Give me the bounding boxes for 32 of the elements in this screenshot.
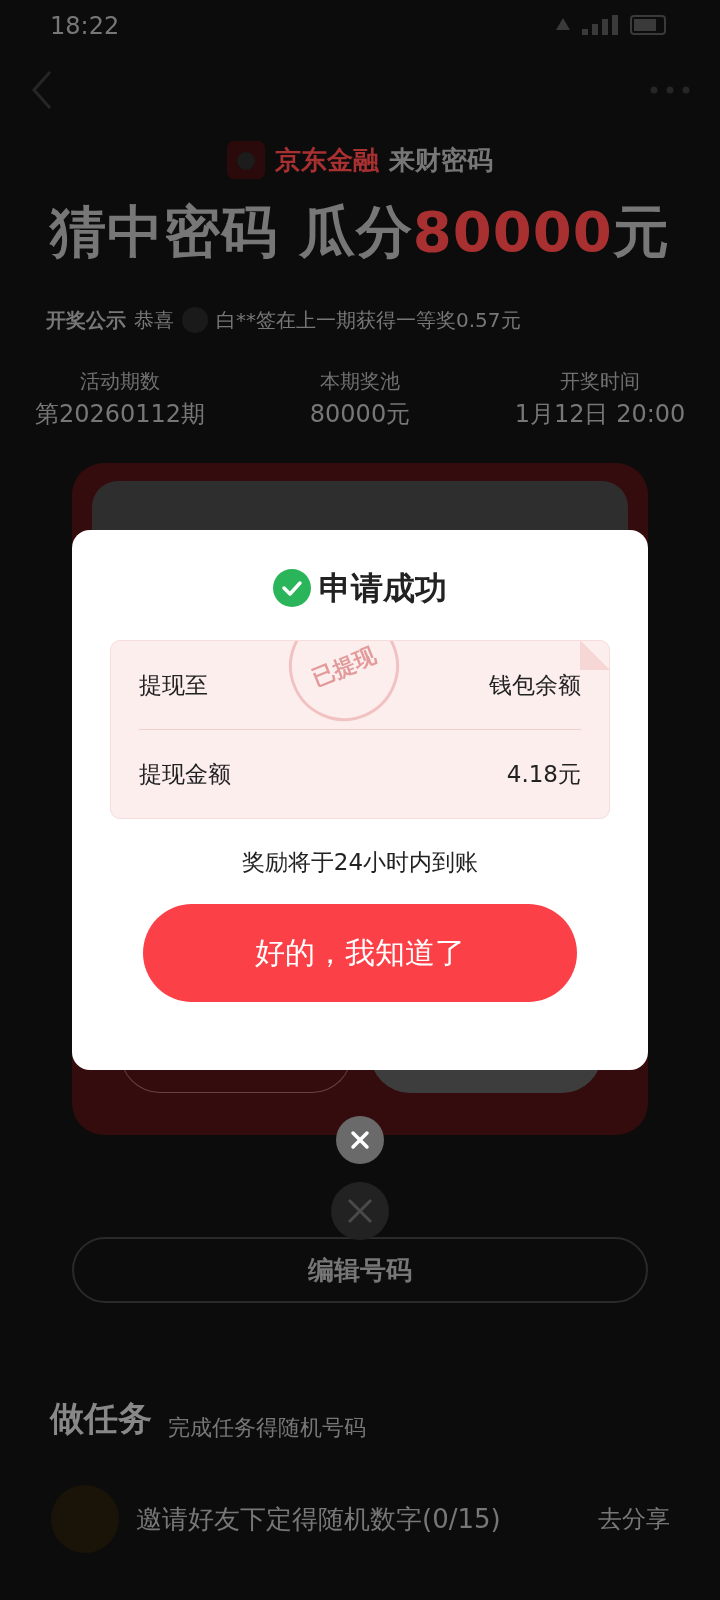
status-time: 18:22: [50, 11, 120, 42]
section-subtitle: 完成任务得随机号码: [168, 1414, 366, 1442]
close-icon: [347, 1198, 373, 1224]
headline: 猜中密码 瓜分80000元: [48, 198, 671, 266]
announcement-text: 恭喜: [134, 307, 174, 334]
note-text: 奖励将于24小时内到账: [240, 848, 480, 877]
info-value: 4.18元: [506, 759, 581, 789]
product-name: 来财密码: [389, 143, 493, 177]
close-icon: [350, 1130, 370, 1150]
announcement-label: 开奖公示: [46, 307, 126, 334]
share-link[interactable]: 去分享: [598, 1501, 670, 1537]
stat-label: 活动期数: [79, 368, 161, 395]
task-title: 邀请好友下定得随机数字(0/15): [136, 1502, 502, 1536]
stat-value: 1月12日 20:00: [513, 399, 687, 430]
announcement-text: 白**签在上一期获得一等奖0.57元: [216, 307, 521, 334]
stat-value: 80000元: [308, 399, 412, 430]
more-icon[interactable]: [650, 86, 690, 94]
logo-icon: [227, 141, 265, 179]
close-button[interactable]: [336, 1116, 384, 1164]
stat-label: 开奖时间: [559, 368, 641, 395]
info-label: 提现至: [139, 670, 208, 700]
info-value: 钱包余额: [489, 670, 581, 700]
confirm-button[interactable]: 好的，我知道了: [143, 903, 577, 1002]
brand-name: 京东金融: [275, 143, 379, 177]
back-icon[interactable]: [30, 70, 54, 110]
stat-value: 第20260112期: [33, 399, 207, 430]
info-label: 提现金额: [139, 759, 231, 789]
section-title: 做任务: [50, 1397, 152, 1440]
edit-number-button[interactable]: 编辑号码: [72, 1237, 648, 1303]
check-icon: [273, 569, 311, 607]
dialog-title: 申请成功: [319, 568, 447, 609]
stat-label: 本期奖池: [319, 368, 401, 395]
